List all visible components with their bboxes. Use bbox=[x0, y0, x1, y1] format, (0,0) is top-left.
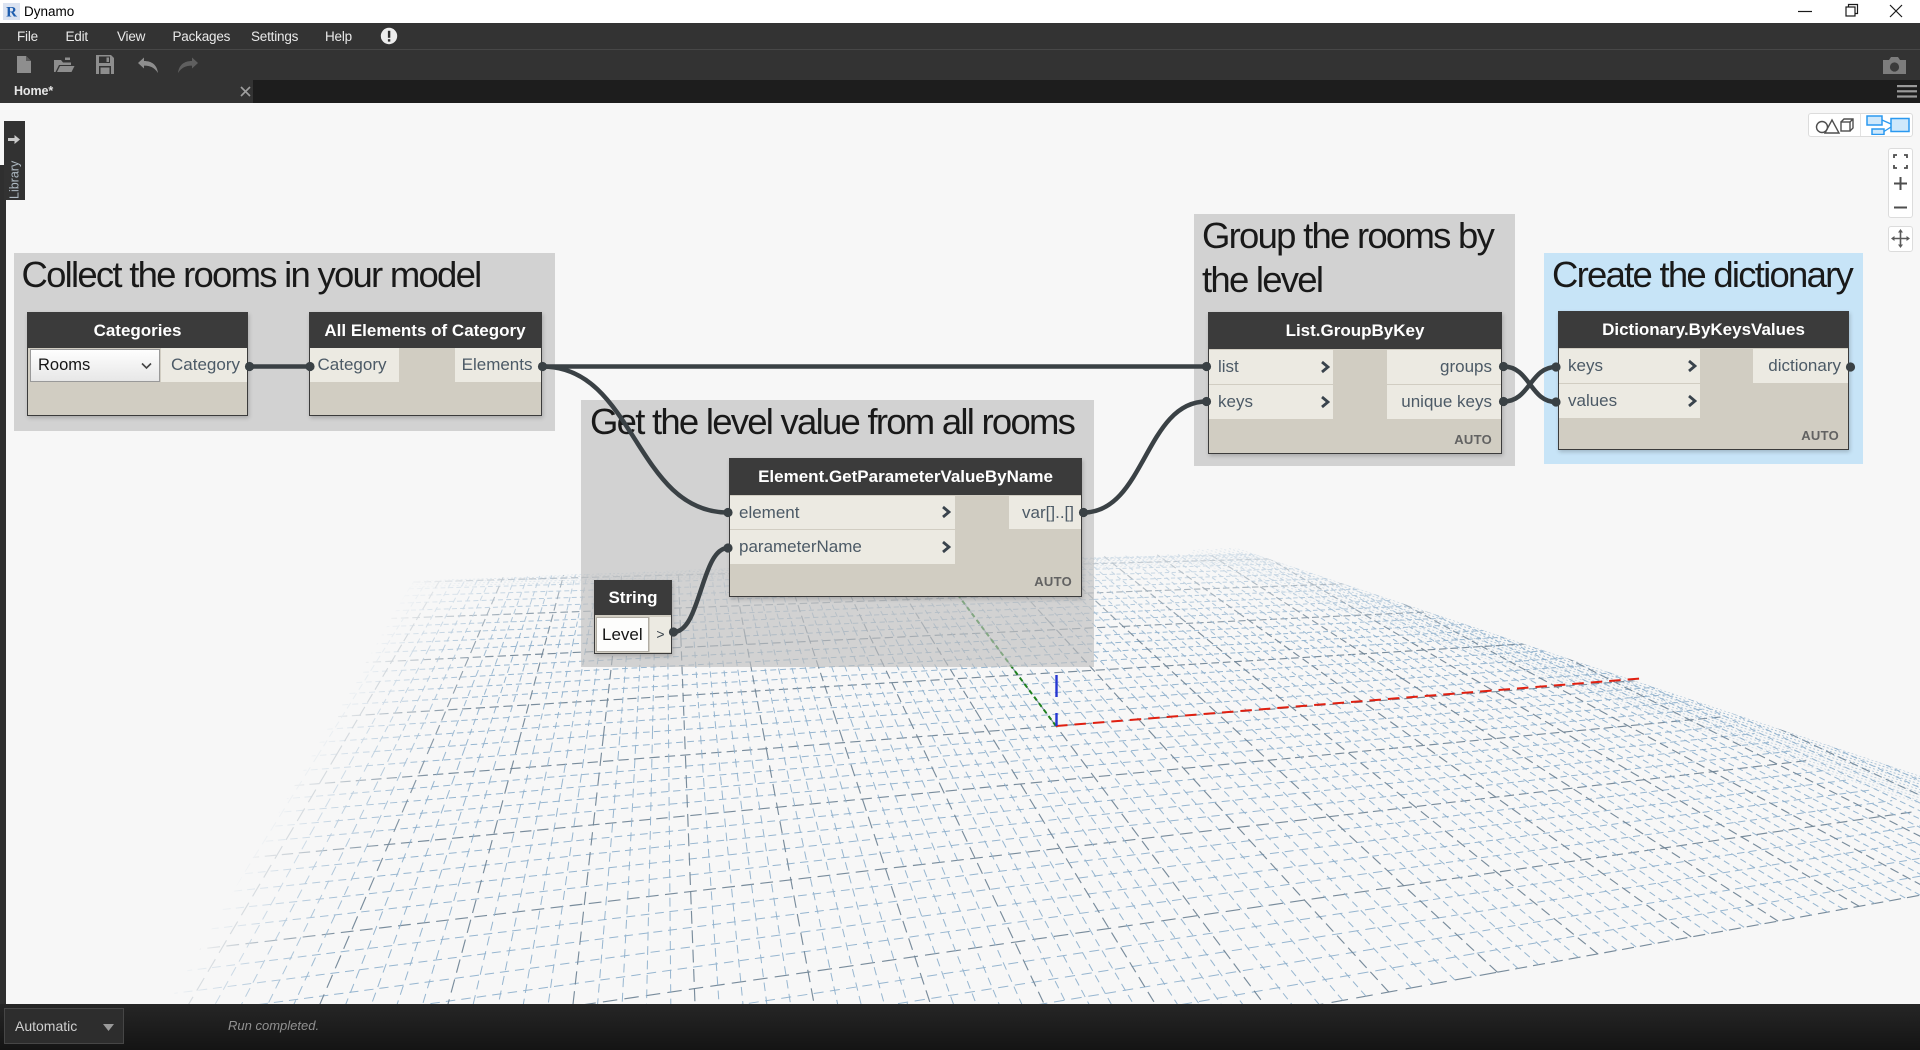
svg-text:Library: Library bbox=[7, 160, 21, 199]
svg-text:R: R bbox=[6, 5, 17, 21]
